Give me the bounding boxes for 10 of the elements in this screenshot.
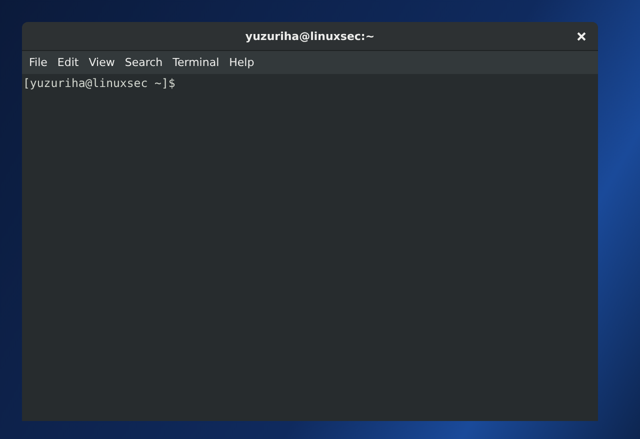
menu-item[interactable]: View xyxy=(84,56,120,69)
window-title: yuzuriha@linuxsec:~ xyxy=(245,30,375,42)
menu-item[interactable]: Terminal xyxy=(168,56,224,69)
terminal-prompt: [yuzuriha@linuxsec ~]$ xyxy=(23,76,176,90)
menu-item[interactable]: Help xyxy=(224,56,260,69)
menu-item[interactable]: Edit xyxy=(52,56,84,69)
close-button[interactable] xyxy=(575,30,588,43)
menu-item[interactable]: File xyxy=(24,56,52,69)
close-icon xyxy=(577,32,586,41)
menu-item[interactable]: Search xyxy=(120,56,168,69)
